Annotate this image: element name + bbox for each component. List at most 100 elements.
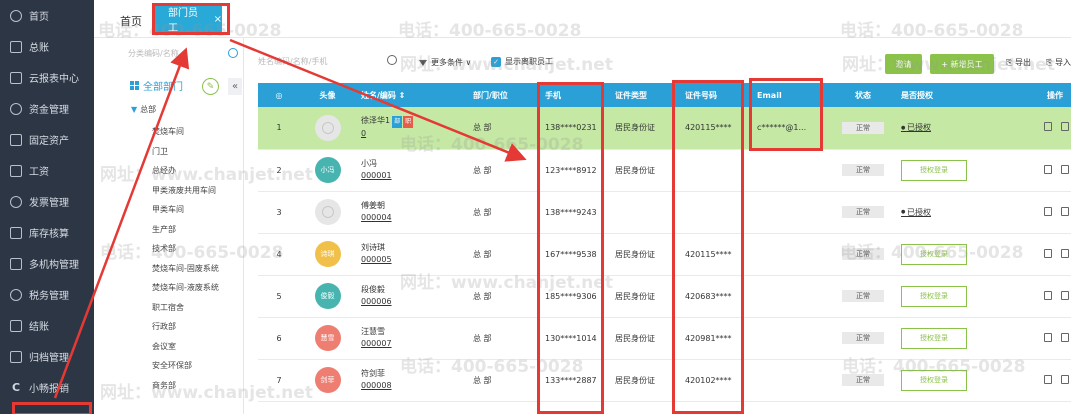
tab-dept-employee-label: 部门员工	[168, 8, 198, 34]
nav-item[interactable]: 税务管理	[0, 279, 94, 310]
email	[751, 317, 831, 359]
search-icon[interactable]	[387, 55, 397, 65]
nav-item[interactable]: 发票管理	[0, 186, 94, 217]
nav-item[interactable]: 云报表中心	[0, 62, 94, 93]
edit-icon[interactable]	[1043, 164, 1052, 174]
delete-icon[interactable]	[1060, 164, 1069, 174]
show-resigned-checkbox[interactable]: ✓ 显示离职员工	[491, 56, 553, 67]
authorized-link[interactable]: 已授权	[901, 208, 931, 217]
employee-code-link[interactable]: 000005	[361, 254, 467, 266]
nav-item[interactable]: 总账	[0, 31, 94, 62]
more-filter-button[interactable]: 更多条件 ∨	[419, 57, 471, 68]
edit-icon[interactable]	[1043, 290, 1052, 300]
expand-icon[interactable]: ▼	[131, 105, 137, 114]
add-employee-button[interactable]: + 新增员工	[930, 54, 994, 74]
nav-item[interactable]: 固定资产	[0, 124, 94, 155]
authorize-login-button[interactable]: 授权登录	[901, 243, 967, 265]
tree-item[interactable]: 行政部	[152, 321, 219, 341]
edit-icon[interactable]	[1043, 206, 1052, 216]
table-row[interactable]: 7 剑菲 符剑菲 000008 总 部 133****2887 居民身份证 420102***…	[258, 359, 1071, 401]
tree-item[interactable]: 焚烧车间-液废系统	[152, 282, 219, 302]
table-row[interactable]: 4 诗琪 刘诗琪 000005 总 部 167****9538 居民身份证 420115***…	[258, 233, 1071, 275]
employee-code-link[interactable]: 0	[361, 128, 467, 140]
nav-item[interactable]: 归档管理	[0, 341, 94, 372]
tree-item[interactable]: 门卫	[152, 146, 219, 166]
authorize-login-button[interactable]: 授权登录	[901, 159, 967, 181]
dept-search-input[interactable]: 分类编码/名称	[128, 48, 240, 66]
invite-button[interactable]: 邀请	[885, 54, 922, 74]
employee-name-text: 小冯	[361, 159, 377, 168]
table-row[interactable]: 3 傅姜朝 000004 总 部 138****9243 正常 已授权	[258, 191, 1071, 233]
nav-item[interactable]: 库存核算	[0, 217, 94, 248]
table-row[interactable]: 5 俊毅 段俊毅 000006 总 部 185****9306 居民身份证 420683***…	[258, 275, 1071, 317]
table-body: 1 徐泽华1 部职 0 总 部 138****0231 居民身份证 420115**** c**…	[258, 107, 1071, 401]
avatar	[314, 199, 341, 225]
authorize-login-button[interactable]: 授权登录	[901, 327, 967, 349]
employee-code-link[interactable]: 000007	[361, 338, 467, 350]
delete-icon[interactable]	[1060, 290, 1069, 300]
status-cell: 正常	[831, 107, 895, 149]
table-header-row: ◎ 头像 姓名/编码 ⇕ 部门/职位 手机 证件类型 证件号码 Email 状态 是否授权 操作	[258, 83, 1071, 107]
search-icon[interactable]	[228, 48, 238, 58]
tree-item[interactable]: 安全环保部	[152, 360, 219, 380]
nav-item[interactable]: 首页	[0, 0, 94, 31]
tree-item[interactable]: 甲类车间	[152, 204, 219, 224]
authorize-login-button[interactable]: 授权登录	[901, 369, 967, 391]
nav-item[interactable]: C 小畅报销	[0, 372, 94, 403]
row-number: 1	[276, 123, 282, 133]
dept-position: 总 部	[473, 333, 492, 343]
nav-item[interactable]: 结账	[0, 310, 94, 341]
avatar-cell	[300, 107, 355, 149]
tree-item[interactable]: 焚烧车间-固废系统	[152, 263, 219, 283]
tree-item[interactable]: 生产部	[152, 224, 219, 244]
tree-item[interactable]: 甲类液废共用车间	[152, 185, 219, 205]
tree-item[interactable]: 会议室	[152, 341, 219, 361]
collapse-panel-icon[interactable]: «	[228, 78, 242, 95]
tree-root[interactable]: ▼ 总部	[131, 104, 156, 115]
dept-search-placeholder: 分类编码/名称	[128, 49, 179, 58]
tab-home[interactable]: 首页	[120, 13, 142, 29]
employee-code-link[interactable]: 000001	[361, 170, 467, 182]
status-cell: 正常	[831, 275, 895, 317]
nav-item[interactable]: 多机构管理	[0, 248, 94, 279]
resign-icon[interactable]	[1060, 206, 1069, 216]
column-header[interactable]: 姓名/编码 ⇕	[355, 83, 467, 107]
employee-code-link[interactable]: 000004	[361, 212, 467, 224]
table-row[interactable]: 6 慧雪 汪慧雪 000007 总 部 130****1014 居民身份证 420981***…	[258, 317, 1071, 359]
checkbox-icon[interactable]: ✓	[491, 56, 501, 67]
export-button[interactable]: ⎘ 导出	[1006, 57, 1031, 68]
employee-code-link[interactable]: 000008	[361, 380, 467, 392]
dept-all[interactable]: 全部部门	[130, 78, 183, 93]
edit-icon[interactable]	[1043, 374, 1052, 384]
employee-code-link[interactable]: 000006	[361, 296, 467, 308]
edit-icon[interactable]	[1043, 122, 1052, 132]
employee-search-input[interactable]: 姓名编码/名称/手机	[258, 55, 398, 67]
tab-dept-employee[interactable]: 部门员工 ×	[154, 5, 222, 34]
operations-cell	[1041, 317, 1071, 359]
import-button[interactable]: ⎘ 导入	[1046, 57, 1071, 68]
delete-icon[interactable]	[1060, 332, 1069, 342]
tree-item[interactable]: 焚烧车间	[152, 126, 219, 146]
phone: 133****2887	[545, 375, 597, 385]
tree-item[interactable]: 总经办	[152, 165, 219, 185]
close-icon[interactable]: ×	[214, 14, 222, 25]
edit-dept-icon[interactable]: ✎	[202, 78, 219, 95]
nav-item[interactable]: 资金管理	[0, 93, 94, 124]
edit-icon[interactable]	[1043, 248, 1052, 258]
authorized-link[interactable]: 已授权	[901, 123, 931, 132]
resign-icon[interactable]	[1060, 122, 1069, 132]
table-row[interactable]: 2 小冯 小冯 000001 总 部 123****8912 居民身份证 正常 授权登录	[258, 149, 1071, 191]
delete-icon[interactable]	[1060, 248, 1069, 258]
tree-item[interactable]: 技术部	[152, 243, 219, 263]
table-row[interactable]: 1 徐泽华1 部职 0 总 部 138****0231 居民身份证 420115**** c**…	[258, 107, 1071, 149]
nav-item[interactable]: 工资	[0, 155, 94, 186]
left-nav: 首页 总账 云报表中心 资金管理 固定资产 工资 发票管理 库存核算 多机构管理 税务管理 结账 归档…	[0, 0, 94, 414]
delete-icon[interactable]	[1060, 374, 1069, 384]
authorize-login-button[interactable]: 授权登录	[901, 285, 967, 307]
tree-item[interactable]: 商务部	[152, 380, 219, 400]
avatar: 慧雪	[314, 325, 341, 351]
tree-item[interactable]: 职工宿舍	[152, 302, 219, 322]
name-cell: 符剑菲 000008	[355, 359, 467, 401]
auth-cell: 授权登录	[895, 275, 1041, 317]
edit-icon[interactable]	[1043, 332, 1052, 342]
